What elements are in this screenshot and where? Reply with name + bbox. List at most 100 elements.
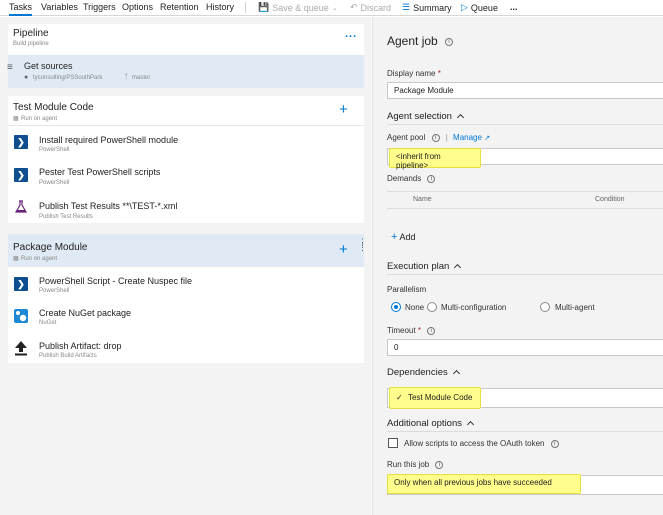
summary-button[interactable]: ☰ Summary [402, 2, 452, 13]
github-icon: ● [24, 74, 29, 81]
agent-icon: ▦ [13, 256, 19, 262]
tab-history[interactable]: History [206, 2, 234, 12]
drag-handle-icon[interactable]: ⋮ ⋮ [358, 238, 367, 252]
task-row[interactable]: Publish Test Results **\TEST-*.xml Publi… [8, 189, 364, 223]
job-package-module[interactable]: Package Module ▦ Run on agent + ⋮ ⋮ [8, 234, 367, 266]
external-link-icon: ↗ [484, 135, 491, 142]
job-test-module-code[interactable]: Test Module Code ▦ Run on agent + [8, 96, 364, 125]
parallelism-none-radio[interactable] [391, 302, 401, 312]
repo-name: tyconsulting/PSSouthPark [33, 75, 103, 81]
job-subtitle: Run on agent [21, 256, 58, 262]
save-queue-button[interactable]: 💾 Save & queue ⌄ [258, 2, 338, 13]
pipeline-card[interactable]: Pipeline Build pipeline ... [8, 24, 364, 55]
task-row[interactable]: ❯ Pester Test PowerShell scripts PowerSh… [8, 155, 364, 189]
parallelism-multi-agent-label: Multi-agent [555, 303, 595, 312]
info-icon[interactable]: i [550, 439, 559, 448]
parallelism-label: Parallelism [387, 285, 427, 294]
plus-icon: + [391, 231, 398, 243]
task-subtitle: PowerShell [39, 288, 70, 294]
add-task-icon[interactable]: + [339, 102, 348, 117]
timeout-input[interactable]: 0 [387, 339, 663, 356]
discard-button[interactable]: ↶ Discard [350, 2, 391, 13]
agent-selection-section[interactable]: Agent selection [387, 111, 465, 122]
additional-options-section[interactable]: Additional options [387, 418, 475, 429]
info-icon[interactable]: i [427, 174, 436, 183]
task-title: PowerShell Script - Create Nuspec file [39, 276, 193, 286]
info-icon[interactable]: i [431, 133, 440, 142]
add-demand-button[interactable]: + Add [391, 231, 415, 243]
run-this-job-value: Only when all previous jobs have succeed… [387, 474, 581, 494]
manage-link[interactable]: Manage [453, 133, 482, 142]
demands-col-condition: Condition [595, 196, 625, 203]
display-name-input[interactable]: Package Module [387, 82, 663, 99]
task-subtitle: NuGet [39, 320, 57, 326]
task-row[interactable]: Create NuGet package NuGet [8, 297, 364, 330]
parallelism-multi-agent-radio[interactable] [540, 302, 550, 312]
oauth-token-label: Allow scripts to access the OAuth token … [404, 439, 559, 448]
task-title: Publish Test Results **\TEST-*.xml [39, 201, 178, 211]
dependency-chip[interactable]: ✓ Test Module Code [389, 387, 481, 409]
more-actions-button[interactable]: ... [510, 2, 518, 12]
pipeline-more-button[interactable]: ... [345, 28, 357, 40]
get-sources-title: Get sources [24, 61, 73, 71]
save-icon: 💾 [258, 2, 270, 12]
tab-options[interactable]: Options [122, 2, 153, 12]
tab-tasks[interactable]: Tasks [9, 2, 33, 16]
powershell-icon: ❯ [14, 135, 28, 149]
task-subtitle: PowerShell [39, 147, 70, 153]
tab-triggers[interactable]: Triggers [83, 2, 116, 12]
execution-plan-section[interactable]: Execution plan [387, 261, 462, 272]
play-icon: ▷ [461, 2, 468, 12]
branch-name: master [132, 75, 151, 81]
oauth-token-checkbox[interactable] [388, 438, 398, 448]
divider [387, 191, 663, 192]
agent-job-properties-panel: Agent job i Display name * Package Modul… [372, 17, 663, 515]
info-icon[interactable]: i [435, 460, 444, 469]
job-subtitle: Run on agent [21, 116, 58, 122]
task-row[interactable]: ❯ PowerShell Script - Create Nuspec file… [8, 267, 364, 297]
task-subtitle: Publish Build Artifacts [39, 353, 97, 359]
pipeline-subtitle: Build pipeline [13, 41, 49, 47]
task-title: Install required PowerShell module [39, 135, 179, 145]
tab-retention[interactable]: Retention [160, 2, 199, 12]
parallelism-none-label: None [405, 303, 425, 312]
timeout-label: Timeout * i [387, 326, 436, 335]
display-name-label: Display name * [387, 69, 441, 78]
pipeline-title: Pipeline [13, 28, 49, 39]
demands-label: Demands i [387, 174, 436, 183]
task-row[interactable]: Publish Artifact: drop Publish Build Art… [8, 330, 364, 363]
demands-col-name: Name [413, 196, 432, 203]
agent-icon: ▦ [13, 116, 19, 122]
task-row[interactable]: ❯ Install required PowerShell module Pow… [8, 126, 364, 155]
job-title: Package Module [13, 242, 88, 253]
tab-variables[interactable]: Variables [41, 2, 78, 12]
add-task-icon[interactable]: + [339, 242, 348, 257]
toolbar-separator [245, 2, 246, 13]
chevron-up-icon [466, 420, 475, 429]
dependencies-section[interactable]: Dependencies [387, 367, 460, 378]
task-subtitle: PowerShell [39, 180, 70, 186]
job-title: Test Module Code [13, 102, 94, 113]
top-toolbar: Tasks Variables Triggers Options Retenti… [0, 0, 663, 16]
divider [387, 124, 663, 125]
chevron-down-icon: ⌄ [331, 4, 338, 12]
chevron-up-icon [452, 369, 460, 378]
branch-icon: ᛉ [124, 74, 129, 81]
powershell-icon: ❯ [14, 277, 28, 291]
undo-icon: ↶ [350, 2, 358, 12]
task-title: Publish Artifact: drop [39, 341, 122, 351]
agent-pool-value: <inherit from pipeline> [389, 148, 481, 170]
get-sources-row[interactable]: ≡ Get sources ● tyconsulting/PSSouthPark… [7, 55, 364, 88]
chevron-up-icon [456, 113, 465, 122]
divider [387, 208, 663, 209]
divider [387, 431, 663, 432]
info-icon[interactable]: i [445, 37, 454, 46]
task-title: Pester Test PowerShell scripts [39, 167, 161, 177]
parallelism-multi-config-radio[interactable] [427, 302, 437, 312]
nuget-icon [14, 309, 28, 323]
info-icon[interactable]: i [427, 326, 436, 335]
queue-button[interactable]: ▷ Queue [461, 2, 498, 13]
upload-arrow-icon [14, 340, 28, 356]
task-title: Create NuGet package [39, 308, 132, 318]
source-code-icon: ≡ [7, 62, 13, 73]
